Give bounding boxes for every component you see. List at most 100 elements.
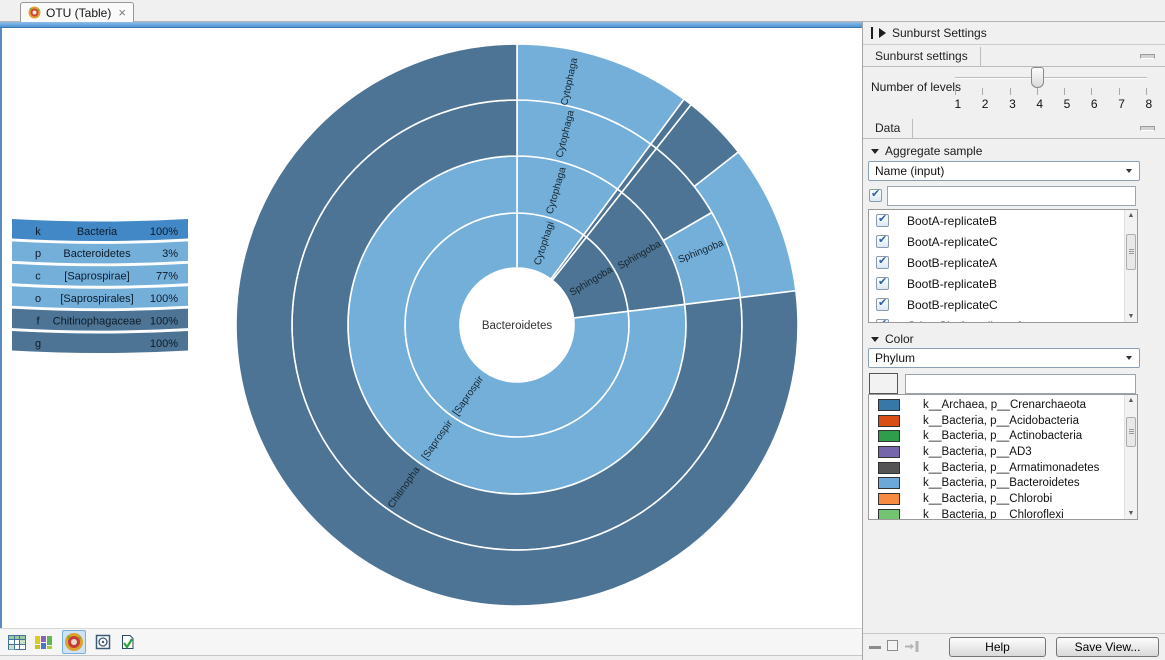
scrollbar-thumb[interactable] (1126, 417, 1136, 447)
sample-label: BootB-replicateC (907, 298, 998, 312)
group-expand-icon (871, 337, 879, 342)
maximize-panel-icon[interactable] (887, 640, 898, 651)
sample-list[interactable]: BootA-replicateB BootA-replicateC BootB-re… (868, 209, 1138, 323)
collapse-section-icon[interactable] (1140, 54, 1155, 59)
color-entry-row[interactable]: k__Bacteria, p__Acidobacteria (869, 413, 1137, 429)
levels-slider-ticks (955, 88, 1147, 96)
taxon-name: [Saprospirae] (64, 271, 129, 283)
aggregate-sample-dropdown[interactable]: Name (input) (868, 161, 1140, 181)
sample-label: BootB-replicateA (907, 256, 997, 270)
color-swatch[interactable] (878, 415, 900, 427)
sunburst-settings-section-title[interactable]: Sunburst settings (863, 47, 981, 67)
slider-tick (1064, 88, 1065, 95)
color-entry-row[interactable]: k__Bacteria, p__Chlorobi (869, 491, 1137, 507)
taxon-percent: 100% (150, 315, 178, 327)
side-panel: Sunburst Settings Sunburst settings Numb… (862, 22, 1165, 660)
sample-rows: BootA-replicateB BootA-replicateC BootB-re… (869, 210, 1137, 323)
color-swatch[interactable] (878, 462, 900, 474)
color-swatch[interactable] (878, 477, 900, 489)
color-rows: k__Archaea, p__Crenarchaeotak__Bacteria,… (869, 395, 1137, 520)
color-dropdown[interactable]: Phylum (868, 348, 1140, 368)
side-panel-footer: Help Save View... (863, 633, 1165, 657)
sample-label: CrimeSite1-replicateA (907, 319, 1024, 324)
scroll-down-icon[interactable]: ▼ (1125, 508, 1137, 519)
sample-filter-input[interactable] (887, 186, 1136, 206)
data-section-title[interactable]: Data (863, 119, 913, 139)
sample-checkbox[interactable] (876, 277, 889, 290)
color-group[interactable]: Color (871, 332, 914, 346)
color-swatch[interactable] (878, 509, 900, 520)
aggregate-sample-group[interactable]: Aggregate sample (871, 144, 982, 158)
scroll-up-icon[interactable]: ▲ (1125, 395, 1137, 406)
slider-tick-label: 6 (1091, 97, 1092, 111)
help-button[interactable]: Help (949, 637, 1046, 657)
color-entry-row[interactable]: k__Bacteria, p__Armatimonadetes (869, 460, 1137, 476)
collapse-section-icon[interactable] (1140, 126, 1155, 131)
color-swatch-preview[interactable] (869, 373, 898, 394)
sample-checkbox[interactable] (876, 256, 889, 269)
report-check-view-icon[interactable] (120, 634, 135, 650)
sample-list-scrollbar[interactable]: ▲ ▼ (1124, 210, 1137, 322)
sample-label: BootA-replicateC (907, 235, 998, 249)
taxon-percent: 3% (162, 248, 178, 260)
color-swatch[interactable] (878, 399, 900, 411)
sample-row[interactable]: BootA-replicateB (869, 210, 1137, 231)
sample-row[interactable]: BootB-replicateB (869, 273, 1137, 294)
slider-tick (1146, 88, 1147, 95)
taxon-color-label: k__Bacteria, p__Bacteroidetes (923, 477, 1080, 489)
color-entry-row[interactable]: k__Bacteria, p__Chloroflexi (869, 507, 1137, 520)
tab-bar: OTU (Table) × (0, 0, 1165, 22)
select-all-samples-checkbox[interactable] (869, 189, 882, 202)
slider-tick (1010, 88, 1011, 95)
panel-play-icon (879, 28, 886, 38)
table-view-icon[interactable] (8, 635, 26, 650)
zoomable-view-icon[interactable] (95, 634, 111, 650)
scroll-up-icon[interactable]: ▲ (1125, 210, 1137, 221)
color-swatch[interactable] (878, 430, 900, 442)
chevron-down-icon (1126, 356, 1132, 360)
side-panel-title: Sunburst Settings (892, 26, 987, 40)
color-swatch[interactable] (878, 493, 900, 505)
levels-slider-thumb[interactable] (1031, 67, 1044, 88)
sample-checkbox[interactable] (876, 214, 889, 227)
dock-panel-icon[interactable] (905, 641, 919, 652)
color-filter-input[interactable] (905, 374, 1136, 394)
taxon-level: o (35, 293, 41, 305)
color-entry-row[interactable]: k__Bacteria, p__AD3 (869, 444, 1137, 460)
taxon-level: c (35, 271, 41, 283)
taxon-name: Chitinophagaceae (53, 315, 142, 327)
data-section-header: Data (863, 119, 1165, 139)
slider-tick-label: 3 (1009, 97, 1010, 111)
sample-row[interactable]: BootA-replicateC (869, 231, 1137, 252)
tab-title: OTU (Table) (46, 6, 111, 20)
color-entry-row[interactable]: k__Archaea, p__Crenarchaeota (869, 397, 1137, 413)
taxon-level: g (35, 338, 41, 350)
center-label: Bacteroidetes (482, 320, 553, 332)
sample-row[interactable]: BootB-replicateA (869, 252, 1137, 273)
tab-otu-table[interactable]: OTU (Table) × (20, 2, 134, 22)
slider-tick-label: 8 (1145, 97, 1146, 111)
taxon-color-label: k__Bacteria, p__Chlorobi (923, 493, 1052, 505)
color-list[interactable]: k__Archaea, p__Crenarchaeotak__Bacteria,… (868, 394, 1138, 520)
color-entry-row[interactable]: k__Bacteria, p__Bacteroidetes (869, 475, 1137, 491)
tab-close-icon[interactable]: × (118, 5, 126, 20)
color-swatch[interactable] (878, 446, 900, 458)
scrollbar-thumb[interactable] (1126, 234, 1136, 270)
color-list-scrollbar[interactable]: ▲ ▼ (1124, 395, 1137, 519)
sample-row[interactable]: BootB-replicateC (869, 294, 1137, 315)
levels-slider (955, 67, 1147, 89)
taxon-percent: 77% (156, 271, 178, 283)
sample-checkbox[interactable] (876, 235, 889, 248)
sample-checkbox[interactable] (876, 298, 889, 311)
color-entry-row[interactable]: k__Bacteria, p__Actinobacteria (869, 428, 1137, 444)
save-view-button[interactable]: Save View... (1056, 637, 1159, 657)
sunburst-view-icon (64, 632, 84, 652)
minimize-panel-icon[interactable] (869, 646, 881, 649)
slider-tick-label: 4 (1036, 97, 1037, 111)
side-panel-header[interactable]: Sunburst Settings (863, 22, 1165, 45)
colored-table-view-icon[interactable] (35, 635, 53, 650)
scroll-down-icon[interactable]: ▼ (1125, 311, 1137, 322)
sample-row[interactable]: CrimeSite1-replicateA (869, 315, 1137, 323)
sunburst-view-button-selected[interactable] (62, 630, 86, 654)
sample-checkbox[interactable] (876, 319, 889, 323)
